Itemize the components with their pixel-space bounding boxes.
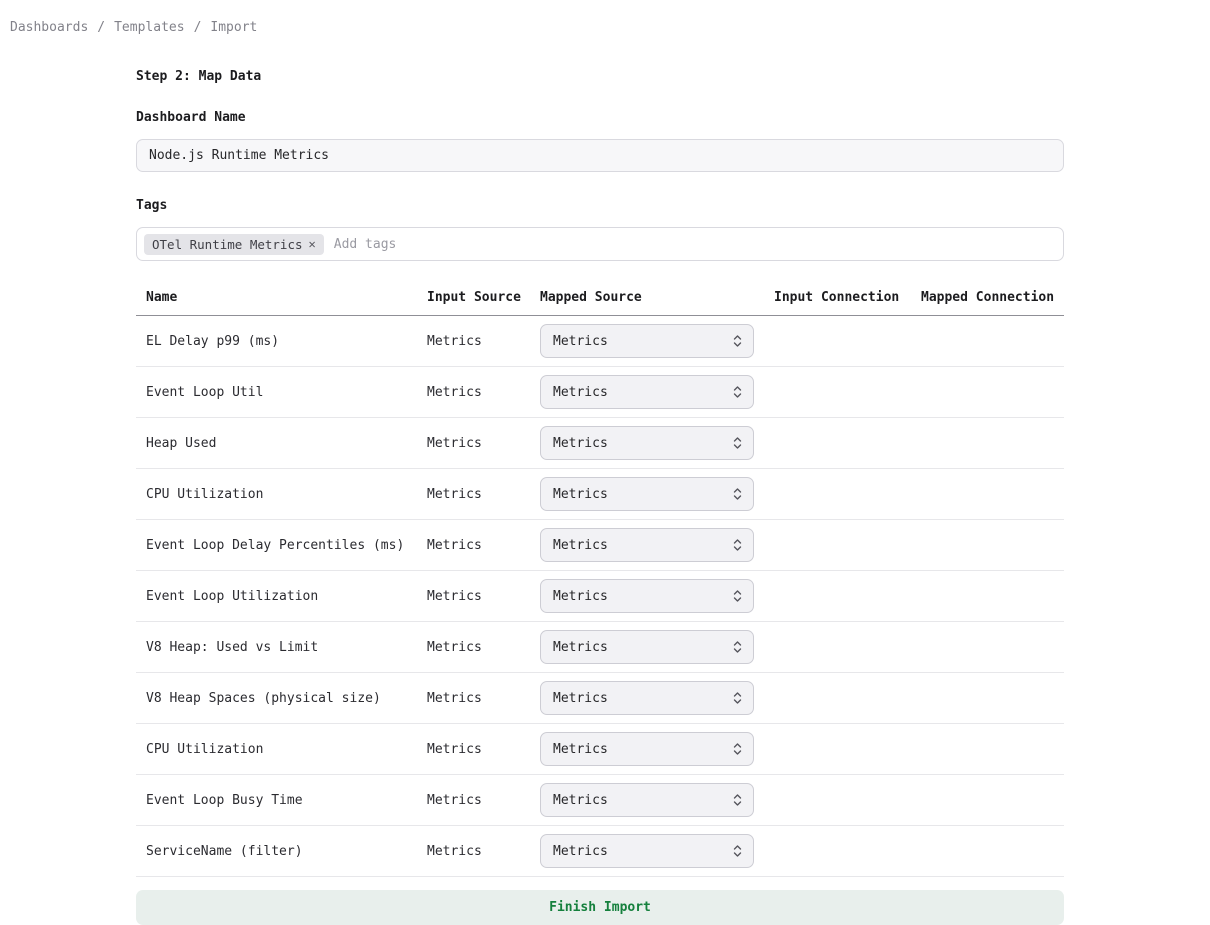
table-row: Heap Used Metrics Metrics — [136, 418, 1064, 469]
row-input-source: Metrics — [427, 385, 540, 400]
header-mapped-connection: Mapped Connection — [921, 290, 1064, 305]
row-input-source: Metrics — [427, 589, 540, 604]
row-name: V8 Heap: Used vs Limit — [136, 640, 427, 655]
mapped-source-select[interactable]: Metrics — [540, 426, 754, 460]
finish-import-button[interactable]: Finish Import — [136, 890, 1064, 925]
mapped-source-value: Metrics — [553, 793, 608, 808]
header-mapped-source: Mapped Source — [540, 290, 774, 305]
breadcrumb-item-import: Import — [210, 20, 257, 35]
breadcrumb-item-templates[interactable]: Templates — [114, 20, 184, 35]
row-name: Heap Used — [136, 436, 427, 451]
chevron-up-down-icon — [732, 690, 743, 706]
row-input-source: Metrics — [427, 538, 540, 553]
chevron-up-down-icon — [732, 333, 743, 349]
breadcrumb: Dashboards / Templates / Import — [0, 0, 1210, 35]
row-input-source: Metrics — [427, 742, 540, 757]
mapped-source-select[interactable]: Metrics — [540, 732, 754, 766]
table-row: V8 Heap: Used vs Limit Metrics Metrics — [136, 622, 1064, 673]
table-row: Event Loop Busy Time Metrics Metrics — [136, 775, 1064, 826]
chevron-up-down-icon — [732, 384, 743, 400]
header-name: Name — [136, 290, 427, 305]
header-input-connection: Input Connection — [774, 290, 921, 305]
row-input-source: Metrics — [427, 436, 540, 451]
table-row: Event Loop Utilization Metrics Metrics — [136, 571, 1064, 622]
mapped-source-select[interactable]: Metrics — [540, 324, 754, 358]
row-input-source: Metrics — [427, 640, 540, 655]
row-name: Event Loop Util — [136, 385, 427, 400]
chevron-up-down-icon — [732, 537, 743, 553]
mapped-source-value: Metrics — [553, 844, 608, 859]
mapped-source-value: Metrics — [553, 487, 608, 502]
table-row: Event Loop Util Metrics Metrics — [136, 367, 1064, 418]
tags-input-box[interactable]: OTel Runtime Metrics ✕ — [136, 227, 1064, 261]
row-name: Event Loop Utilization — [136, 589, 427, 604]
breadcrumb-separator: / — [97, 20, 105, 35]
tags-label: Tags — [136, 198, 1064, 213]
chevron-up-down-icon — [732, 843, 743, 859]
table-row: CPU Utilization Metrics Metrics — [136, 724, 1064, 775]
row-name: CPU Utilization — [136, 742, 427, 757]
row-name: CPU Utilization — [136, 487, 427, 502]
mapped-source-value: Metrics — [553, 691, 608, 706]
mapped-source-select[interactable]: Metrics — [540, 375, 754, 409]
chevron-up-down-icon — [732, 792, 743, 808]
mapped-source-select[interactable]: Metrics — [540, 579, 754, 613]
mapped-source-value: Metrics — [553, 538, 608, 553]
import-step-panel: Step 2: Map Data Dashboard Name Tags OTe… — [136, 69, 1064, 925]
chevron-up-down-icon — [732, 741, 743, 757]
table-row: EL Delay p99 (ms) Metrics Metrics — [136, 316, 1064, 367]
row-name: Event Loop Delay Percentiles (ms) — [136, 538, 427, 553]
dashboard-name-input[interactable] — [136, 139, 1064, 172]
add-tags-input[interactable] — [334, 237, 1056, 252]
mapped-source-select[interactable]: Metrics — [540, 783, 754, 817]
breadcrumb-item-dashboards[interactable]: Dashboards — [10, 20, 88, 35]
chevron-up-down-icon — [732, 486, 743, 502]
row-name: ServiceName (filter) — [136, 844, 427, 859]
mapped-source-select[interactable]: Metrics — [540, 477, 754, 511]
mapped-source-value: Metrics — [553, 385, 608, 400]
mapped-source-value: Metrics — [553, 334, 608, 349]
row-input-source: Metrics — [427, 334, 540, 349]
mapping-table: Name Input Source Mapped Source Input Co… — [136, 279, 1064, 877]
chevron-up-down-icon — [732, 435, 743, 451]
tag-remove-icon[interactable]: ✕ — [309, 238, 316, 250]
chevron-up-down-icon — [732, 588, 743, 604]
table-row: CPU Utilization Metrics Metrics — [136, 469, 1064, 520]
row-input-source: Metrics — [427, 487, 540, 502]
row-name: Event Loop Busy Time — [136, 793, 427, 808]
mapped-source-value: Metrics — [553, 589, 608, 604]
mapped-source-select[interactable]: Metrics — [540, 630, 754, 664]
table-header-row: Name Input Source Mapped Source Input Co… — [136, 279, 1064, 316]
chevron-up-down-icon — [732, 639, 743, 655]
breadcrumb-separator: / — [194, 20, 202, 35]
mapped-source-select[interactable]: Metrics — [540, 681, 754, 715]
row-name: EL Delay p99 (ms) — [136, 334, 427, 349]
mapped-source-value: Metrics — [553, 436, 608, 451]
table-row: ServiceName (filter) Metrics Metrics — [136, 826, 1064, 877]
row-input-source: Metrics — [427, 691, 540, 706]
mapped-source-select[interactable]: Metrics — [540, 528, 754, 562]
mapped-source-value: Metrics — [553, 640, 608, 655]
step-title: Step 2: Map Data — [136, 69, 1064, 84]
dashboard-name-label: Dashboard Name — [136, 110, 1064, 125]
row-input-source: Metrics — [427, 793, 540, 808]
tag-chip-label: OTel Runtime Metrics — [152, 237, 303, 252]
mapped-source-value: Metrics — [553, 742, 608, 757]
mapped-source-select[interactable]: Metrics — [540, 834, 754, 868]
row-name: V8 Heap Spaces (physical size) — [136, 691, 427, 706]
table-row: Event Loop Delay Percentiles (ms) Metric… — [136, 520, 1064, 571]
header-input-source: Input Source — [427, 290, 540, 305]
table-body: EL Delay p99 (ms) Metrics Metrics Event … — [136, 316, 1064, 877]
tag-chip: OTel Runtime Metrics ✕ — [144, 234, 324, 255]
row-input-source: Metrics — [427, 844, 540, 859]
table-row: V8 Heap Spaces (physical size) Metrics M… — [136, 673, 1064, 724]
